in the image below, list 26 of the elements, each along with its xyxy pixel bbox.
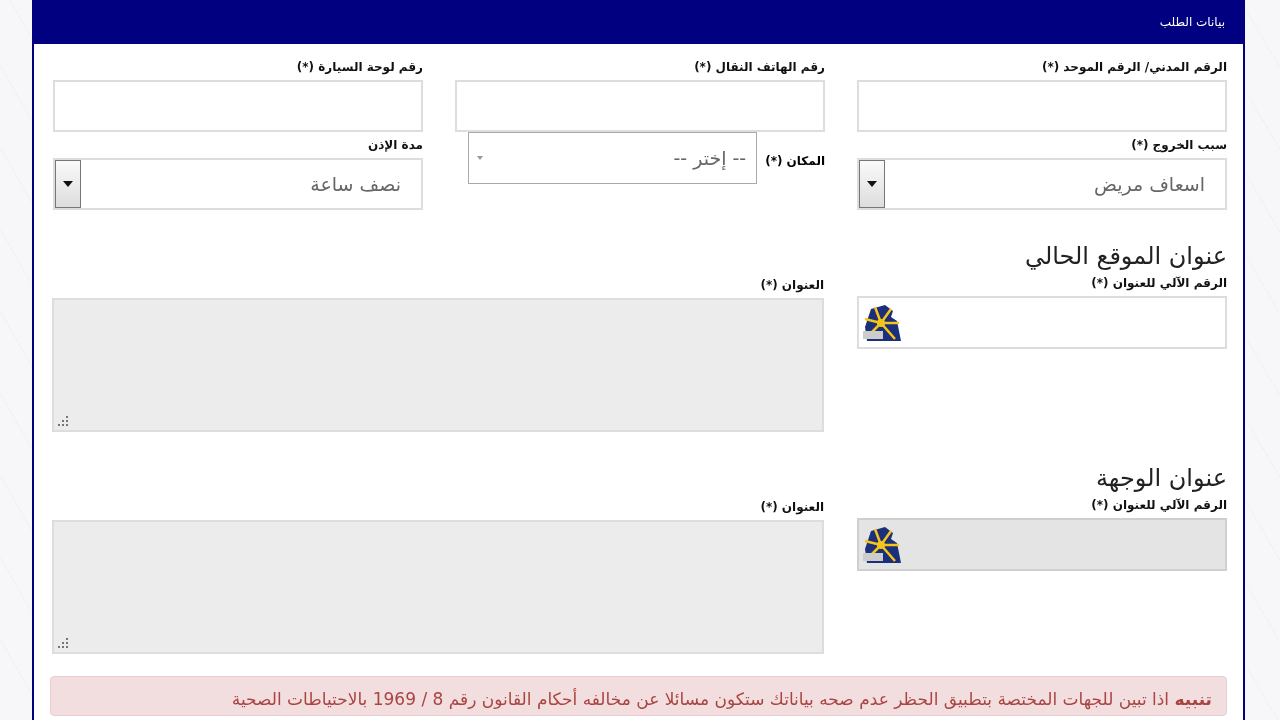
field-label: الرقم الآلي للعنوان (*) <box>1091 276 1227 290</box>
input-field[interactable] <box>857 80 1227 132</box>
field-label: مدة الإذن <box>367 138 423 152</box>
field-label: سبب الخروج (*) <box>1131 138 1227 152</box>
field-label: الرقم المدني/ الرقم الموحد (*) <box>1041 60 1227 74</box>
input-field[interactable] <box>857 296 1227 349</box>
caret-icon <box>867 181 877 187</box>
dropdown-field[interactable]: نصف ساعة <box>53 158 423 210</box>
caret-icon <box>63 181 73 187</box>
input-field[interactable] <box>53 80 423 132</box>
field-label: المكان (*) <box>765 154 825 168</box>
panel-header: بيانات الطلب <box>34 0 1243 44</box>
dropdown-field[interactable]: اسعاف مريض <box>857 158 1227 210</box>
input-field[interactable] <box>455 80 825 132</box>
field-label: العنوان (*) <box>760 278 824 292</box>
dropdown-arrow-button[interactable] <box>55 160 81 208</box>
warning-text: تنبيه اذا تبين للجهات المختصة بتطبيق الحظر عدم صحه بياناتك ستكون مسائلا عن مخالفه أحكام القانون رقم 8 / 1969 بالاحتياطات الصحية <box>230 689 1212 709</box>
caret-icon <box>477 156 484 160</box>
field-label: العنوان (*) <box>760 500 824 514</box>
field-label: رقم الهاتف النقال (*) <box>694 60 825 74</box>
field-label: الرقم الآلي للعنوان (*) <box>1091 498 1227 512</box>
section-heading: عنوان الوجهة <box>1095 464 1227 492</box>
select-field[interactable]: -- إختر -- <box>468 132 758 184</box>
dropdown-arrow-button[interactable] <box>859 160 885 208</box>
field-label: رقم لوحة السيارة (*) <box>296 60 423 74</box>
section-heading: عنوان الموقع الحالي <box>1024 242 1227 270</box>
